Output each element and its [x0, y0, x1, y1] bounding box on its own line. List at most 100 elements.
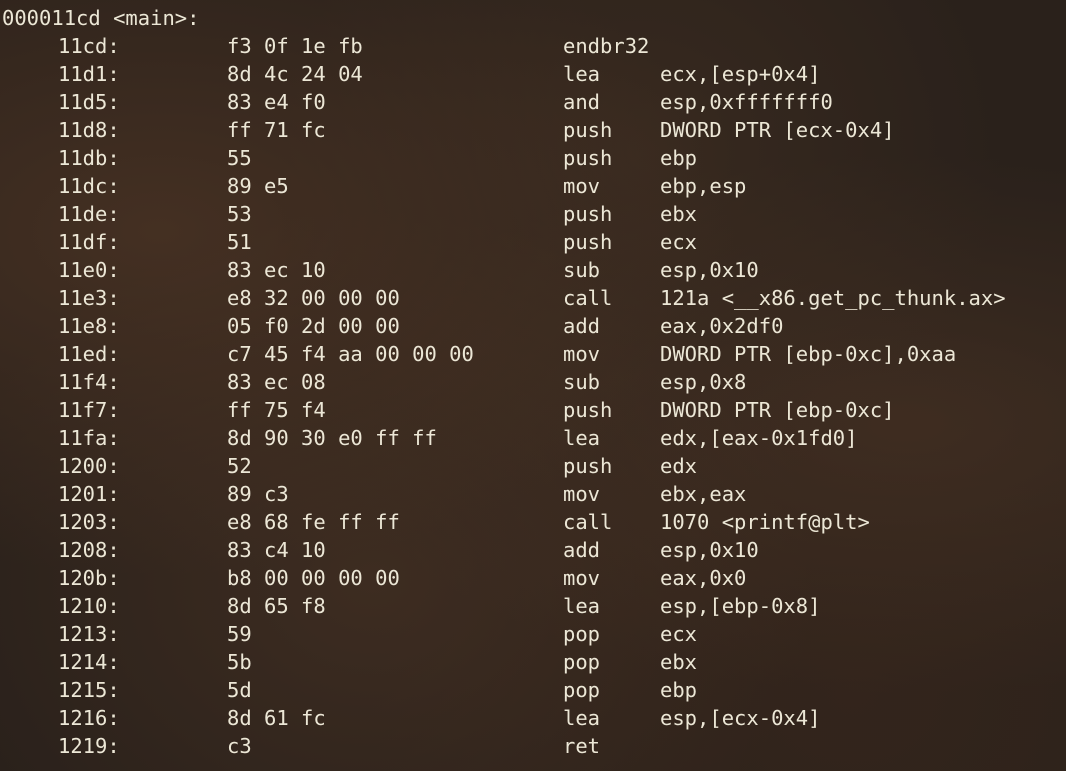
disassembly-row: 11fa: 8d 90 30 e0 ff ff lea edx,[eax-0x1fd0… [0, 424, 1066, 452]
instruction-address: 1214: [58, 650, 120, 674]
instruction-operands: DWORD PTR [ebp-0xc],0xaa [660, 342, 957, 366]
instruction-mnemonic: ret [563, 734, 601, 758]
instruction-mnemonic: lea [563, 706, 601, 730]
disassembly-row: 11dc: 89 e5 mov ebp,esp [0, 172, 1066, 200]
disassembly-row: 1203: e8 68 fe ff ff call 1070 <printf@plt> [0, 508, 1066, 536]
instruction-mnemonic: call [563, 286, 613, 310]
instruction-operands: ebp [660, 678, 698, 702]
instruction-mnemonic: sub [563, 370, 601, 394]
instruction-address: 11e3: [58, 286, 120, 310]
disassembly-row: 1210: 8d 65 f8 lea esp,[ebp-0x8] [0, 592, 1066, 620]
instruction-bytes: 83 e4 f0 [227, 90, 326, 114]
instruction-mnemonic: push [563, 230, 613, 254]
disassembly-row: 1219: c3 ret [0, 732, 1066, 760]
instruction-address: 1203: [58, 510, 120, 534]
instruction-mnemonic: endbr32 [563, 34, 650, 58]
instruction-address: 1201: [58, 482, 120, 506]
instruction-operands: esp,0x10 [660, 258, 759, 282]
instruction-mnemonic: push [563, 146, 613, 170]
instruction-operands: ebx [660, 650, 698, 674]
instruction-address: 11f4: [58, 370, 120, 394]
instruction-operands: esp,[ecx-0x4] [660, 706, 821, 730]
instruction-operands: DWORD PTR [ebp-0xc] [660, 398, 895, 422]
function-header: 000011cd <main>: [2, 6, 200, 30]
instruction-bytes: 53 [227, 202, 252, 226]
instruction-mnemonic: call [563, 510, 613, 534]
instruction-address: 11d8: [58, 118, 120, 142]
instruction-operands: esp,0x10 [660, 538, 759, 562]
disassembly-row: 11d8: ff 71 fc push DWORD PTR [ecx-0x4] [0, 116, 1066, 144]
instruction-bytes: b8 00 00 00 00 [227, 566, 400, 590]
instruction-mnemonic: push [563, 454, 613, 478]
instruction-bytes: ff 75 f4 [227, 398, 326, 422]
instruction-address: 11ed: [58, 342, 120, 366]
disassembly-row: 120b: b8 00 00 00 00 mov eax,0x0 [0, 564, 1066, 592]
instruction-bytes: 8d 4c 24 04 [227, 62, 363, 86]
instruction-address: 11fa: [58, 426, 120, 450]
instruction-mnemonic: pop [563, 650, 601, 674]
instruction-bytes: 5d [227, 678, 252, 702]
disassembly-row: 1201: 89 c3 mov ebx,eax [0, 480, 1066, 508]
instruction-mnemonic: lea [563, 62, 601, 86]
instruction-operands: 121a <__x86.get_pc_thunk.ax> [660, 286, 1006, 310]
instruction-bytes: 55 [227, 146, 252, 170]
disassembly-row: 11df: 51 push ecx [0, 228, 1066, 256]
disassembly-row: 1213: 59 pop ecx [0, 620, 1066, 648]
instruction-bytes: 89 e5 [227, 174, 289, 198]
instruction-mnemonic: lea [563, 594, 601, 618]
instruction-mnemonic: push [563, 398, 613, 422]
instruction-bytes: 83 ec 10 [227, 258, 326, 282]
instruction-address: 1210: [58, 594, 120, 618]
instruction-operands: ecx [660, 622, 698, 646]
instruction-mnemonic: mov [563, 174, 601, 198]
disassembly-row: 11e0: 83 ec 10 sub esp,0x10 [0, 256, 1066, 284]
disassembly-row: 11d1: 8d 4c 24 04 lea ecx,[esp+0x4] [0, 60, 1066, 88]
instruction-bytes: c7 45 f4 aa 00 00 00 [227, 342, 474, 366]
instruction-operands: ebp [660, 146, 698, 170]
instruction-bytes: e8 68 fe ff ff [227, 510, 400, 534]
instruction-bytes: 83 c4 10 [227, 538, 326, 562]
instruction-mnemonic: mov [563, 342, 601, 366]
disassembly-row: 1215: 5d pop ebp [0, 676, 1066, 704]
instruction-mnemonic: and [563, 90, 601, 114]
instruction-mnemonic: mov [563, 566, 601, 590]
instruction-operands: esp,[ebp-0x8] [660, 594, 821, 618]
instruction-mnemonic: push [563, 118, 613, 142]
instruction-operands: ecx [660, 230, 698, 254]
disassembly-row: 11f4: 83 ec 08 sub esp,0x8 [0, 368, 1066, 396]
instruction-mnemonic: push [563, 202, 613, 226]
instruction-bytes: 89 c3 [227, 482, 289, 506]
disassembly-row: 1214: 5b pop ebx [0, 648, 1066, 676]
instruction-mnemonic: add [563, 314, 601, 338]
instruction-bytes: 83 ec 08 [227, 370, 326, 394]
instruction-address: 120b: [58, 566, 120, 590]
instruction-address: 11dc: [58, 174, 120, 198]
instruction-mnemonic: pop [563, 622, 601, 646]
disassembly-row: 1216: 8d 61 fc lea esp,[ecx-0x4] [0, 704, 1066, 732]
instruction-bytes: 8d 61 fc [227, 706, 326, 730]
instruction-operands: ebx [660, 202, 698, 226]
instruction-mnemonic: lea [563, 426, 601, 450]
disassembly-row: 11d5: 83 e4 f0 and esp,0xfffffff0 [0, 88, 1066, 116]
instruction-address: 11f7: [58, 398, 120, 422]
instruction-bytes: 5b [227, 650, 252, 674]
instruction-mnemonic: mov [563, 482, 601, 506]
instruction-address: 1219: [58, 734, 120, 758]
instruction-address: 11cd: [58, 34, 120, 58]
disassembly-row: 1208: 83 c4 10 add esp,0x10 [0, 536, 1066, 564]
instruction-mnemonic: sub [563, 258, 601, 282]
disassembly-row: 11f7: ff 75 f4 push DWORD PTR [ebp-0xc] [0, 396, 1066, 424]
instruction-bytes: c3 [227, 734, 252, 758]
instruction-address: 1200: [58, 454, 120, 478]
instruction-mnemonic: pop [563, 678, 601, 702]
instruction-address: 1213: [58, 622, 120, 646]
instruction-operands: 1070 <printf@plt> [660, 510, 870, 534]
instruction-address: 11d1: [58, 62, 120, 86]
instruction-address: 11e0: [58, 258, 120, 282]
instruction-operands: esp,0x8 [660, 370, 747, 394]
instruction-bytes: 59 [227, 622, 252, 646]
instruction-address: 11db: [58, 146, 120, 170]
disassembly-row: 11db: 55 push ebp [0, 144, 1066, 172]
terminal-output[interactable]: 000011cd <main>: 11cd: f3 0f 1e fb endbr32… [0, 0, 1066, 771]
instruction-mnemonic: add [563, 538, 601, 562]
